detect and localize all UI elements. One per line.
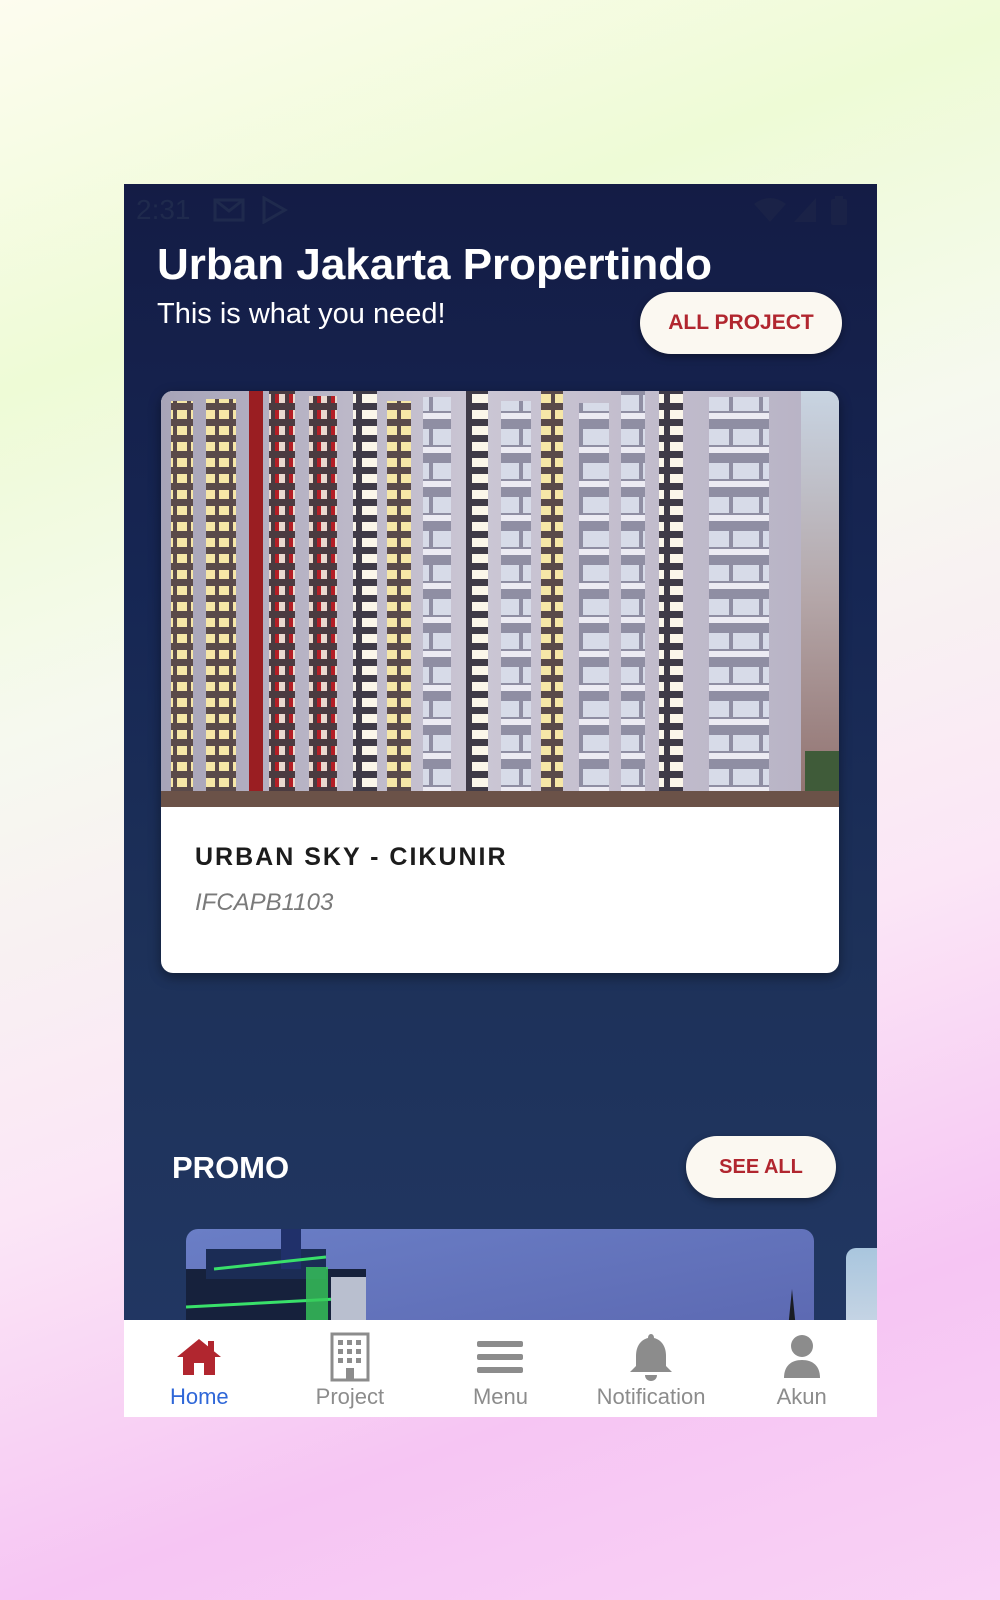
menu-icon: [477, 1341, 524, 1373]
nav-label-home: Home: [169, 1384, 229, 1409]
home-icon: [177, 1339, 222, 1375]
status-bar: 2:31: [124, 184, 877, 234]
building-photo: [161, 391, 839, 807]
nav-label-project: Project: [315, 1384, 385, 1409]
gmail-icon: [213, 198, 245, 222]
nav-home[interactable]: Home: [124, 1320, 275, 1417]
bell-icon: [630, 1334, 673, 1381]
battery-icon: [831, 196, 847, 225]
nav-akun[interactable]: Akun: [726, 1320, 877, 1417]
bottom-nav: Home Project Menu Notification Akun: [124, 1320, 877, 1417]
signal-icon: [794, 198, 816, 222]
wifi-icon: [754, 198, 786, 222]
all-project-button[interactable]: ALL PROJECT: [640, 292, 842, 354]
nav-label-akun: Akun: [776, 1384, 827, 1409]
building-icon: [330, 1332, 370, 1382]
user-icon: [783, 1335, 820, 1378]
project-name: URBAN SKY - CIKUNIR: [195, 843, 508, 871]
app-screen: 2:31 Urban Jakarta Propertindo This is w…: [124, 184, 877, 1417]
app-subtitle: This is what you need!: [157, 298, 446, 330]
app-title: Urban Jakarta Propertindo: [157, 240, 713, 289]
promo-heading: PROMO: [172, 1150, 290, 1185]
project-code: IFCAPB1103: [195, 889, 334, 916]
see-all-button[interactable]: SEE ALL: [686, 1136, 836, 1198]
nav-notification[interactable]: Notification: [576, 1320, 727, 1417]
nav-label-menu: Menu: [472, 1384, 528, 1409]
nav-project[interactable]: Project: [275, 1320, 426, 1417]
nav-label-notification: Notification: [596, 1384, 706, 1409]
nav-menu[interactable]: Menu: [425, 1320, 576, 1417]
project-card[interactable]: URBAN SKY - CIKUNIR IFCAPB1103: [161, 391, 839, 973]
play-store-icon: [262, 196, 288, 224]
status-time: 2:31: [136, 194, 191, 225]
